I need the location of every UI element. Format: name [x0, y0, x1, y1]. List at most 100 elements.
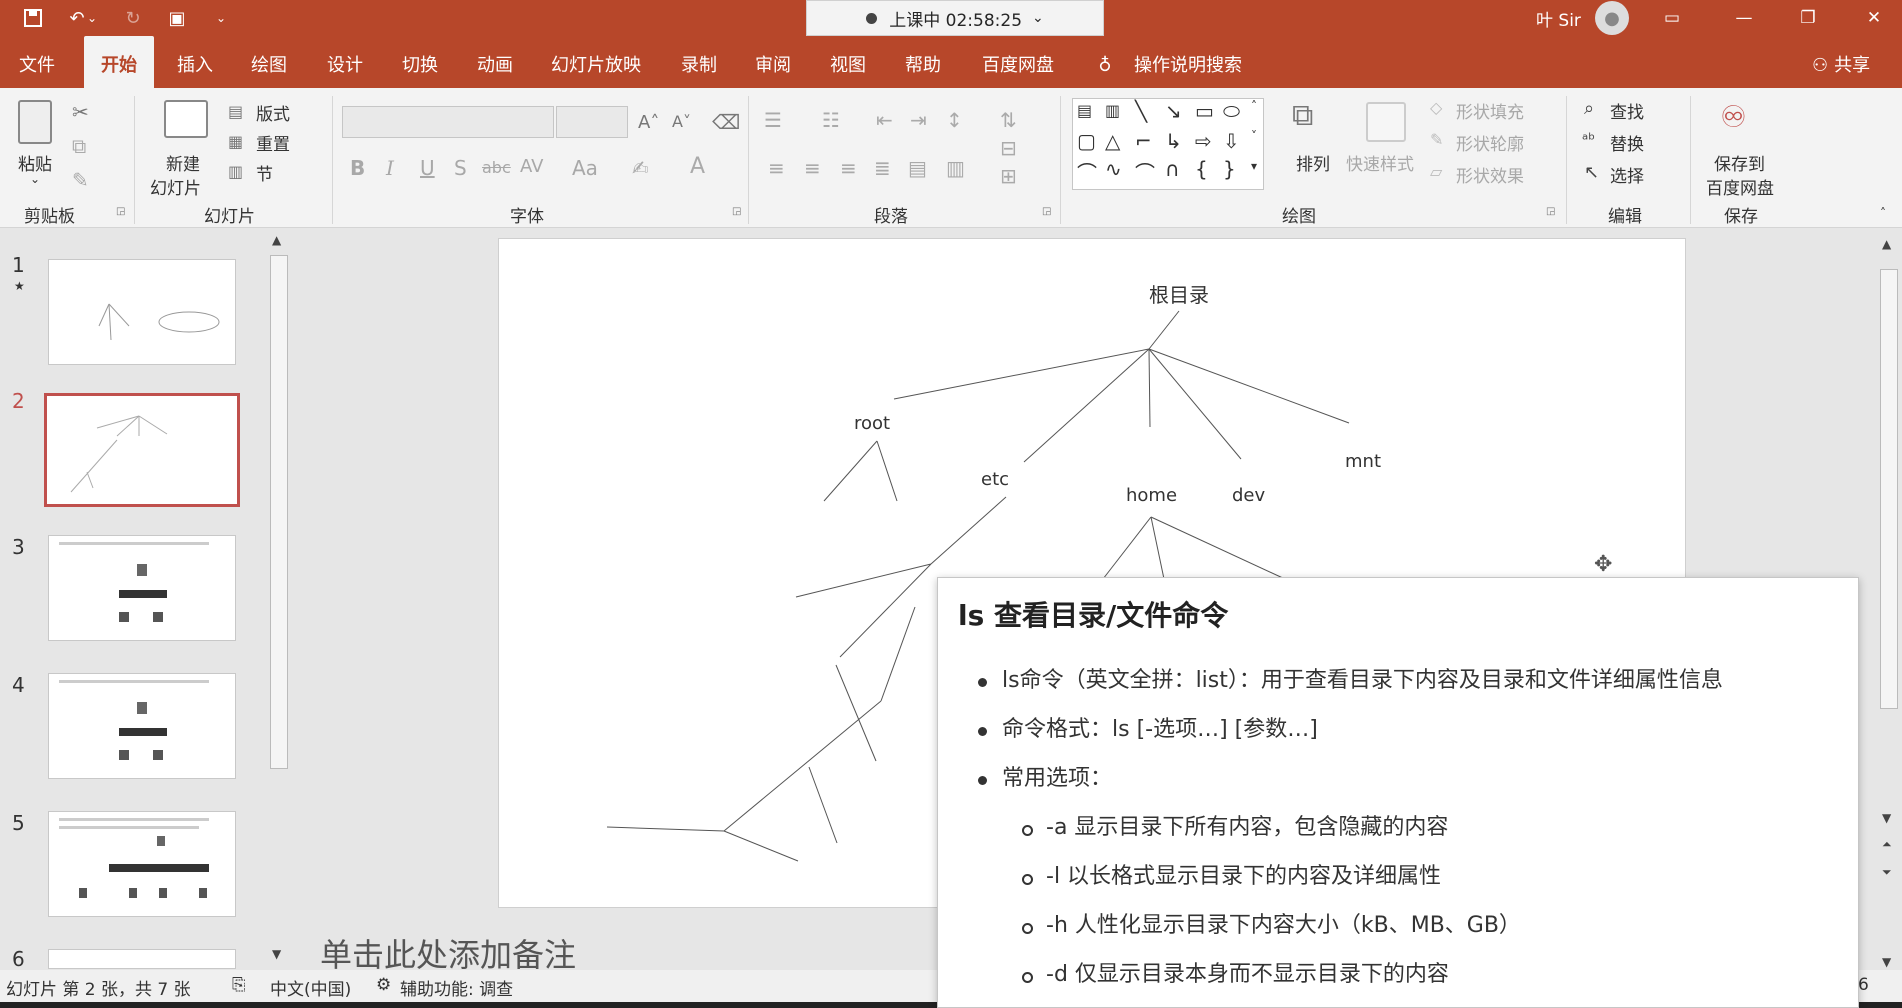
down-arrow-shape-icon[interactable]: ⇩ — [1223, 129, 1240, 153]
tab-animations[interactable]: 动画 — [470, 36, 520, 88]
slide-thumbnail-6[interactable] — [48, 949, 236, 969]
freeform-shape-icon[interactable]: ⌒ — [1077, 157, 1097, 186]
slide-thumbnail-1[interactable] — [48, 259, 236, 365]
align-left-icon[interactable]: ≡ — [768, 156, 785, 180]
scroll-up-icon[interactable]: ▲ — [272, 233, 281, 247]
tab-view[interactable]: 视图 — [823, 36, 873, 88]
user-account[interactable]: 叶 Sir ● — [1536, 0, 1629, 36]
oval-shape-icon[interactable]: ⬭ — [1223, 99, 1240, 123]
editor-scroll-up-icon[interactable]: ▲ — [1882, 237, 1891, 251]
elbow-arrow-shape-icon[interactable]: ↳ — [1165, 129, 1182, 153]
new-slide-label[interactable]: 幻灯片 — [150, 174, 201, 199]
textbox-shape-icon[interactable]: ▤ — [1077, 101, 1092, 120]
rounded-rect-shape-icon[interactable]: ▢ — [1077, 129, 1096, 153]
find-button[interactable]: 查找 — [1610, 98, 1644, 123]
slide-count-status[interactable]: 幻灯片 第 2 张，共 7 张 — [6, 975, 191, 1000]
paste-dropdown-icon[interactable]: ⌄ — [30, 172, 40, 186]
arrange-icon[interactable]: ⧉ — [1292, 98, 1313, 133]
shape-effects-button[interactable]: 形状效果 — [1456, 162, 1524, 187]
slide-thumbnail-2-selected[interactable] — [44, 393, 240, 507]
change-case-button[interactable]: Aa — [572, 156, 598, 180]
smartart-icon[interactable]: ⊞ — [1000, 164, 1017, 188]
distributed-icon[interactable]: ▤ — [908, 156, 927, 180]
cut-icon[interactable]: ✂ — [72, 100, 89, 124]
save-to-netdisk-label[interactable]: 百度网盘 — [1706, 174, 1774, 199]
bullets-icon[interactable]: ☰ — [764, 108, 782, 132]
tab-baidu-netdisk[interactable]: 百度网盘 — [978, 36, 1058, 88]
layout-button[interactable]: 版式 — [256, 100, 290, 125]
increase-indent-icon[interactable]: ⇥ — [910, 108, 927, 132]
drawing-launcher-icon[interactable]: ◲ — [1546, 206, 1555, 217]
underline-button[interactable]: U — [420, 156, 435, 180]
highlight-icon[interactable]: ✍ — [632, 156, 649, 180]
shape-outline-button[interactable]: 形状轮廓 — [1456, 130, 1524, 155]
previous-slide-icon[interactable]: ⏶ — [1882, 837, 1892, 852]
align-text-icon[interactable]: ⊟ — [1000, 136, 1017, 160]
quick-styles-button[interactable]: 快速样式 — [1346, 150, 1414, 175]
customize-toolbar-icon[interactable]: ⌄ — [206, 4, 236, 32]
triangle-shape-icon[interactable]: △ — [1105, 129, 1120, 153]
section-button[interactable]: 节 — [256, 160, 273, 185]
tab-home[interactable]: 开始 — [84, 36, 154, 88]
undo-dropdown-icon[interactable]: ⌄ — [84, 4, 100, 32]
tell-me-search[interactable]: 操作说明搜索 — [1130, 36, 1246, 88]
present-icon[interactable]: ▣ — [162, 4, 192, 32]
bold-button[interactable]: B — [350, 156, 365, 180]
slide-thumbnail-5[interactable] — [48, 811, 236, 917]
gallery-scroll-up-icon[interactable]: ˄ — [1251, 99, 1257, 113]
collapse-ribbon-icon[interactable]: ˄ — [1880, 206, 1886, 220]
editor-scroll-down-icon[interactable]: ▼ — [1882, 811, 1891, 825]
ribbon-display-icon[interactable]: ▭ — [1644, 0, 1700, 36]
share-button[interactable]: ⚇ 共享 — [1812, 36, 1870, 88]
increase-font-icon[interactable]: A˄ — [638, 112, 659, 133]
justify-icon[interactable]: ≣ — [874, 156, 891, 180]
tab-transitions[interactable]: 切换 — [395, 36, 445, 88]
next-slide-icon[interactable]: ⏷ — [1882, 865, 1892, 880]
copy-icon[interactable]: ⧉ — [72, 134, 86, 158]
editor-scroll-thumb[interactable] — [1880, 269, 1898, 709]
right-brace-shape-icon[interactable]: } — [1223, 157, 1236, 181]
arrow-line-shape-icon[interactable]: ↘ — [1165, 99, 1182, 123]
new-slide-button[interactable]: 新建 — [166, 150, 200, 175]
language-status[interactable]: 中文(中国) — [270, 975, 351, 1000]
arrange-button[interactable]: 排列 — [1296, 150, 1330, 175]
redo-icon[interactable]: ↻ — [118, 4, 148, 32]
format-painter-icon[interactable]: ✎ — [72, 168, 89, 192]
tab-review[interactable]: 审阅 — [748, 36, 798, 88]
spell-check-icon[interactable]: ⎘ — [232, 975, 246, 995]
scribble-shape-icon[interactable]: ∿ — [1105, 157, 1122, 181]
decrease-font-icon[interactable]: A˅ — [672, 112, 691, 131]
vertical-textbox-shape-icon[interactable]: ▥ — [1105, 101, 1120, 120]
ls-command-popup[interactable]: ls 查看目录/文件命令 ls命令（英文全拼：list）：用于查看目录下内容及目… — [937, 577, 1859, 1008]
clear-format-icon[interactable]: ⌫ — [712, 110, 740, 134]
replace-button[interactable]: 替换 — [1610, 130, 1644, 155]
slide-thumbnail-4[interactable] — [48, 673, 236, 779]
save-to-netdisk-button[interactable]: 保存到 — [1714, 150, 1765, 175]
editor-scrollbar[interactable]: ▲ ▼ ⏶ ⏷ ▼ — [1876, 229, 1902, 970]
elbow-connector-shape-icon[interactable]: ⌐ — [1135, 129, 1152, 153]
line-shape-icon[interactable]: ╲ — [1135, 99, 1147, 123]
scroll-thumb[interactable] — [270, 255, 288, 769]
notes-scroll-down-icon[interactable]: ▼ — [1882, 955, 1891, 969]
tab-slideshow[interactable]: 幻灯片放映 — [548, 36, 644, 88]
slide-thumbnail-3[interactable] — [48, 535, 236, 641]
font-color-icon[interactable]: A — [690, 154, 705, 179]
thumbnail-scrollbar[interactable]: ▲ ▼ — [266, 229, 292, 970]
paste-icon[interactable] — [18, 100, 52, 144]
tab-design[interactable]: 设计 — [320, 36, 370, 88]
text-direction-icon[interactable]: ⇅ — [1000, 108, 1017, 132]
baidu-netdisk-icon[interactable]: ♾ — [1720, 100, 1747, 135]
tab-insert[interactable]: 插入 — [170, 36, 220, 88]
clipboard-launcher-icon[interactable]: ◲ — [116, 206, 125, 217]
tab-file[interactable]: 文件 — [12, 36, 62, 88]
font-name-box[interactable] — [342, 106, 554, 138]
accessibility-status[interactable]: 辅助功能: 调查 — [400, 975, 513, 1000]
close-icon[interactable]: ✕ — [1846, 0, 1902, 36]
quick-styles-icon[interactable] — [1366, 102, 1406, 142]
reset-button[interactable]: 重置 — [256, 130, 290, 155]
numbering-icon[interactable]: ☷ — [822, 108, 840, 132]
strikethrough-button[interactable]: abc — [482, 158, 511, 177]
italic-button[interactable]: I — [386, 156, 394, 180]
tab-help[interactable]: 帮助 — [898, 36, 948, 88]
scroll-down-icon[interactable]: ▼ — [272, 947, 281, 961]
